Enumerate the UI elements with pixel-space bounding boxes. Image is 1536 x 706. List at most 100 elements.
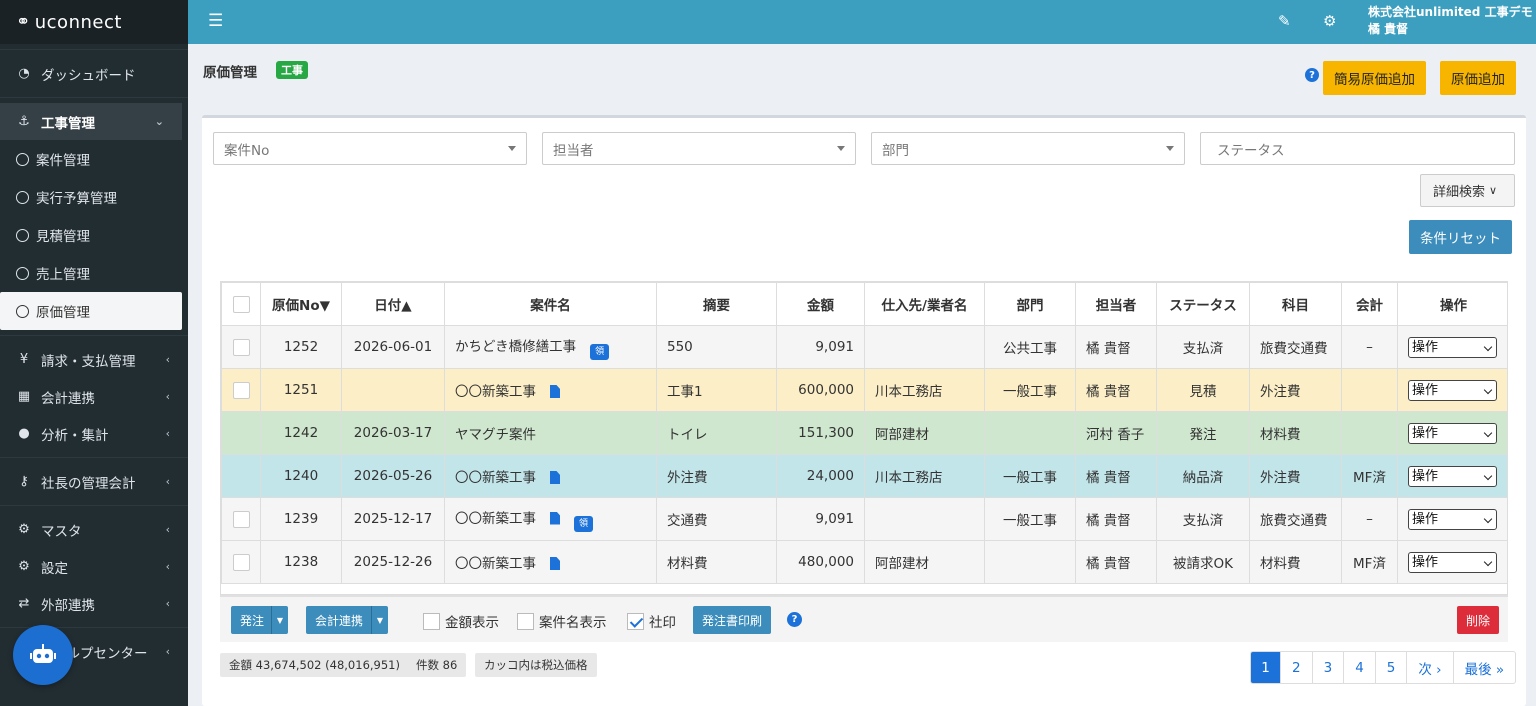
operation-select[interactable]: 操作 <box>1408 422 1497 444</box>
help-icon[interactable]: ? <box>787 612 802 627</box>
sidebar-item-analysis[interactable]: ● 分析・集計 ‹ <box>0 415 188 452</box>
sidebar-item-external[interactable]: ⇄ 外部連携 ‹ <box>0 585 188 622</box>
document-icon[interactable] <box>550 385 560 398</box>
table-row[interactable]: 1238 2025-12-26 〇〇新築工事 材料費 480,000 阿部建材 … <box>221 540 1507 584</box>
cell-amount: 151,300 <box>776 411 865 455</box>
add-cost-button[interactable]: 原価追加 <box>1440 61 1516 95</box>
reset-filters-button[interactable]: 条件リセット <box>1409 220 1512 254</box>
table-row[interactable]: 1239 2025-12-17 〇〇新築工事領 交通費 9,091 一般工事 橘… <box>221 497 1507 541</box>
help-icon[interactable]: ? <box>1305 68 1319 82</box>
delete-button[interactable]: 削除 <box>1457 606 1500 634</box>
cell-no: 1238 <box>260 540 342 584</box>
operation-select[interactable]: 操作 <box>1408 336 1497 358</box>
sidebar-item-settings[interactable]: ⚙ 設定 ‹ <box>0 548 188 585</box>
order-split-button[interactable]: 発注 ▼ <box>231 606 288 634</box>
sidebar-item-accounting[interactable]: ▦ 会計連携 ‹ <box>0 378 188 415</box>
circle-icon <box>16 266 29 280</box>
row-checkbox[interactable] <box>232 510 250 528</box>
sidebar-sub-estimate[interactable]: 見積管理 <box>0 216 188 254</box>
receipt-icon[interactable]: 領 <box>590 343 610 360</box>
page-title: 原価管理 <box>203 65 257 81</box>
table-row[interactable]: 1242 2026-03-17 ヤマグチ案件 トイレ 151,300 阿部建材 … <box>221 411 1507 455</box>
page-1[interactable]: 1 <box>1251 652 1280 683</box>
receipt-icon[interactable]: 領 <box>574 515 593 532</box>
cell-date: 2026-06-01 <box>341 325 445 369</box>
select-all-checkbox[interactable] <box>232 295 250 313</box>
sidebar-sub-sales[interactable]: 売上管理 <box>0 254 188 292</box>
sidebar: ⚭ uconnect ◔ ダッシュボード ⚓ 工事管理 ⌄ 案件管理 実行予算管理 見積… <box>0 0 188 706</box>
table-header-row: 原価No▼ 日付▲ 案件名 摘要 金額 仕入先/業者名 部門 担当者 ステータス… <box>221 282 1507 326</box>
cell-person: 橘 貴督 <box>1075 540 1157 584</box>
caret-down-icon[interactable]: ▼ <box>271 606 288 634</box>
col-header: 科目 <box>1249 282 1342 326</box>
operation-select[interactable]: 操作 <box>1408 508 1497 530</box>
table-row[interactable]: 1240 2026-05-26 〇〇新築工事 外注費 24,000 川本工務店 … <box>221 454 1507 498</box>
logo[interactable]: ⚭ uconnect <box>0 0 188 44</box>
simple-add-cost-button[interactable]: 簡易原価追加 <box>1323 61 1426 95</box>
caret-down-icon[interactable]: ▼ <box>371 606 388 634</box>
row-checkbox[interactable] <box>232 424 250 442</box>
cell-accounting: – <box>1341 497 1398 541</box>
sidebar-item-master[interactable]: ⚙ マスタ ‹ <box>0 511 188 548</box>
col-header[interactable]: 原価No▼ <box>260 282 342 326</box>
row-checkbox[interactable] <box>232 467 250 485</box>
sidebar-sub-budget[interactable]: 実行予算管理 <box>0 178 188 216</box>
sidebar-sub-cost[interactable]: 原価管理 <box>0 292 182 330</box>
total-amount-badge: 金額 43,674,502 (48,016,951) <box>220 653 409 677</box>
sidebar-item-billing[interactable]: ¥ 請求・支払管理 ‹ <box>0 341 188 378</box>
cell-no: 1240 <box>260 454 342 498</box>
cell-vendor <box>864 325 985 369</box>
status-input[interactable]: ステータス <box>1200 132 1515 165</box>
cell-vendor <box>864 497 985 541</box>
cell-status: 支払済 <box>1156 325 1250 369</box>
company-seal-checkbox[interactable]: 社印 <box>627 611 676 631</box>
table-row[interactable]: 1251 〇〇新築工事 工事1 600,000 川本工務店 一般工事 橘 貴督 … <box>221 368 1507 412</box>
print-order-button[interactable]: 発注書印刷 <box>693 606 772 634</box>
col-header: ステータス <box>1156 282 1250 326</box>
detail-search-button[interactable]: 詳細検索 ∨ <box>1420 174 1515 207</box>
page-5[interactable]: 5 <box>1374 652 1407 683</box>
sidebar-item-construction[interactable]: ⚓ 工事管理 ⌄ <box>0 103 182 140</box>
document-icon[interactable] <box>550 557 560 570</box>
col-header[interactable]: 日付▲ <box>341 282 445 326</box>
show-amount-checkbox[interactable]: 金額表示 <box>423 611 499 631</box>
circle-icon <box>16 228 29 242</box>
next-page-link[interactable]: 次 › <box>1406 652 1452 683</box>
accounting-split-button[interactable]: 会計連携 ▼ <box>306 606 388 634</box>
operation-select[interactable]: 操作 <box>1408 551 1497 573</box>
table-row[interactable]: 1252 2026-06-01 かちどき橋修繕工事領 550 9,091 公共工… <box>221 325 1507 369</box>
department-select[interactable]: 部門 <box>871 132 1185 165</box>
page-4[interactable]: 4 <box>1343 652 1375 683</box>
document-icon[interactable] <box>550 511 560 525</box>
operation-select[interactable]: 操作 <box>1408 465 1497 487</box>
menu-toggle-icon[interactable]: ☰ <box>208 11 223 31</box>
divider <box>0 335 188 336</box>
page-3[interactable]: 3 <box>1311 652 1344 683</box>
person-select[interactable]: 担当者 <box>542 132 856 165</box>
chevron-left-icon: ‹ <box>165 597 170 610</box>
cell-dept <box>984 411 1076 455</box>
case-no-select[interactable]: 案件No <box>213 132 527 165</box>
sidebar-item-dashboard[interactable]: ◔ ダッシュボード <box>0 55 188 92</box>
cell-no: 1239 <box>260 497 342 541</box>
row-checkbox[interactable] <box>232 381 250 399</box>
row-checkbox[interactable] <box>232 553 250 571</box>
sidebar-sub-case[interactable]: 案件管理 <box>0 140 188 178</box>
robot-icon <box>30 644 56 663</box>
cell-subject: 材料費 <box>1249 411 1342 455</box>
cell-subject: 材料費 <box>1249 540 1342 584</box>
operation-select[interactable]: 操作 <box>1408 379 1497 401</box>
sidebar-item-president[interactable]: ⚷ 社長の管理会計 ‹ <box>0 463 188 500</box>
edit-icon[interactable]: ✎ <box>1278 12 1291 30</box>
row-checkbox[interactable] <box>232 338 250 356</box>
cell-memo: 材料費 <box>656 540 777 584</box>
show-case-name-checkbox[interactable]: 案件名表示 <box>517 611 607 631</box>
page-2[interactable]: 2 <box>1280 652 1312 683</box>
divider <box>0 457 188 458</box>
gears-icon[interactable]: ⚙ <box>1323 12 1336 30</box>
document-icon[interactable] <box>550 471 560 484</box>
chatbot-button[interactable] <box>13 625 73 685</box>
chevron-left-icon: ‹ <box>165 390 170 403</box>
last-page-link[interactable]: 最後 » <box>1452 652 1516 683</box>
user-menu[interactable]: 株式会社unlimited 工事デモ 橘 貴督 <box>1368 4 1533 38</box>
